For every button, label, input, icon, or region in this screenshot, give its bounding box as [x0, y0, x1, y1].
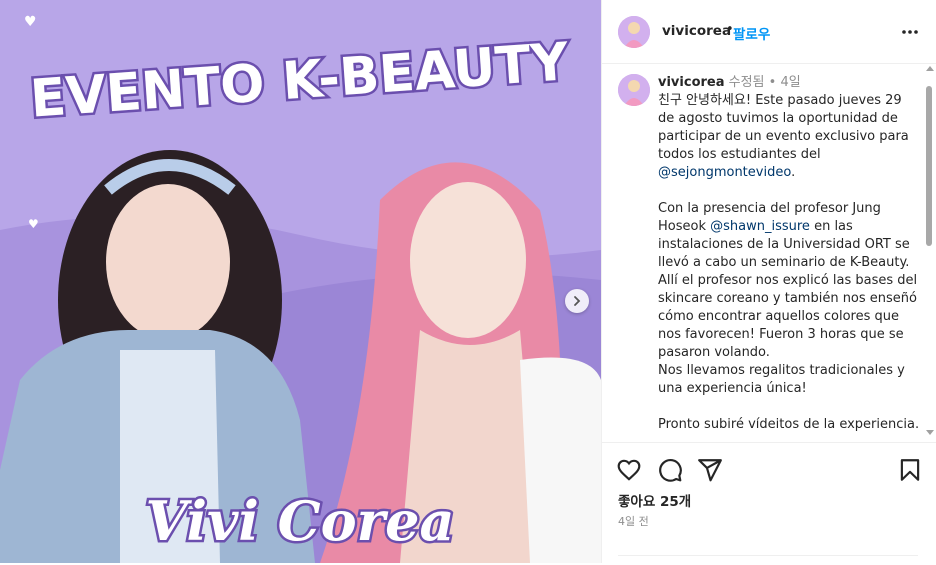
meta-separator: • [768, 75, 777, 90]
comment-button[interactable] [657, 457, 683, 483]
comment-input-divider [618, 555, 918, 565]
mention-link[interactable]: @shawn_issure [710, 219, 810, 234]
instagram-post-modal: ♥ ♥ EVENTO K-BEAUTY Vivi Corea vivicorea… [0, 0, 936, 563]
caption-avatar[interactable] [618, 74, 650, 106]
scroll-thumb[interactable] [926, 86, 932, 246]
svg-text:♥: ♥ [28, 217, 39, 231]
caption-scrollbar[interactable] [923, 64, 936, 442]
image-subtitle: Vivi Corea [146, 489, 455, 553]
caption-line-text: pasaron volando. [658, 345, 770, 360]
post-image-artwork: ♥ ♥ EVENTO K-BEAUTY Vivi Corea [0, 0, 601, 563]
caption-line-text: Allí el profesor nos explicó las bases d… [658, 273, 918, 288]
caption-line-text: skincare coreano y también nos enseñó [658, 291, 917, 306]
caption-line-text: en las [809, 219, 853, 234]
post-image[interactable]: ♥ ♥ EVENTO K-BEAUTY Vivi Corea [0, 0, 601, 563]
send-icon [698, 459, 722, 482]
more-options-button[interactable] [899, 22, 921, 42]
svg-text:♥: ♥ [24, 14, 37, 30]
caption-line-text: . [791, 165, 796, 180]
caption-line: llevó a cabo un seminario de K-Beauty. [658, 254, 909, 272]
avatar[interactable] [618, 16, 650, 48]
caption-line: instalaciones de la Universidad ORT se [658, 236, 910, 254]
caption-meta-line: vivicorea 수정됨 • 4일 [658, 74, 801, 92]
caption-line: Nos llevamos regalitos tradicionales y [658, 362, 905, 380]
caption-line: una experiencia única! [658, 380, 807, 398]
header-username[interactable]: vivicorea [662, 23, 731, 39]
caption-line-text: una experiencia única! [658, 381, 807, 396]
post-side-panel: vivicorea • 팔로우 vivicorea 수정됨 • 4일 친구 안녕… [601, 0, 936, 563]
avatar-image [618, 74, 650, 106]
avatar-image [618, 16, 650, 48]
caption-line: cómo encontrar aquellos colores que [658, 308, 899, 326]
edited-label: 수정됨 [728, 75, 765, 90]
caption-line: pasaron volando. [658, 344, 770, 362]
caption-line: skincare coreano y también nos enseñó [658, 290, 917, 308]
caption-line-text: nos favorecen! Fueron 3 horas que se [658, 327, 904, 342]
caption-line-text: de agosto tuvimos la oportunidad de [658, 111, 898, 126]
heart-icon [617, 459, 641, 481]
like-button[interactable] [616, 457, 642, 483]
caption-line-text: participar de un evento exclusivo para [658, 129, 909, 144]
caption-line: nos favorecen! Fueron 3 horas que se [658, 326, 904, 344]
caption-line: de agosto tuvimos la oportunidad de [658, 110, 898, 128]
bookmark-icon [900, 459, 920, 481]
scroll-down-arrow[interactable] [926, 430, 934, 435]
caption-line-text: Con la presencia del profesor Jung [658, 201, 881, 216]
caption-line: 친구 안녕하세요! Este pasado jueves 29 [658, 92, 902, 110]
mention-link[interactable]: @sejongmontevideo [658, 165, 791, 180]
caption-line: Pronto subiré vídeitos de la experiencia… [658, 416, 919, 434]
share-button[interactable] [697, 457, 723, 483]
caption-line: Allí el profesor nos explicó las bases d… [658, 272, 917, 290]
caption-line-text: 친구 안녕하세요! Este pasado jueves 29 [658, 93, 902, 108]
likes-count[interactable]: 좋아요 25개 [618, 490, 691, 510]
caption-line: Hoseok @shawn_issure en las [658, 218, 853, 236]
more-horizontal-icon [902, 30, 918, 34]
post-actions: 좋아요 25개 4일 전 [602, 442, 936, 564]
caption-line: todos los estudiantes del [658, 146, 821, 164]
chevron-right-icon [574, 296, 581, 306]
caption-line-text: cómo encontrar aquellos colores que [658, 309, 899, 324]
caption-line-text: Nos llevamos regalitos tradicionales y [658, 363, 905, 378]
caption-line-text: instalaciones de la Universidad ORT se [658, 237, 910, 252]
post-header: vivicorea • 팔로우 [602, 0, 936, 64]
caption-username[interactable]: vivicorea [658, 75, 725, 90]
next-image-button[interactable] [565, 289, 589, 313]
post-date[interactable]: 4일 전 [618, 513, 649, 529]
caption-line-text: todos los estudiantes del [658, 147, 821, 162]
caption-area[interactable]: vivicorea 수정됨 • 4일 친구 안녕하세요! Este pasado… [602, 64, 936, 442]
caption-line: Con la presencia del profesor Jung [658, 200, 881, 218]
caption-line: @sejongmontevideo. [658, 164, 795, 182]
post-age[interactable]: 4일 [780, 75, 800, 90]
scroll-up-arrow[interactable] [926, 66, 934, 71]
follow-button[interactable]: 팔로우 [733, 23, 770, 43]
caption-line: participar de un evento exclusivo para [658, 128, 909, 146]
save-button[interactable] [897, 457, 923, 483]
caption-line-text: Hoseok [658, 219, 711, 234]
comment-icon [659, 459, 682, 482]
caption-line-text: llevó a cabo un seminario de K-Beauty. [658, 255, 910, 270]
caption-line-text: Pronto subiré vídeitos de la experiencia… [658, 417, 920, 432]
